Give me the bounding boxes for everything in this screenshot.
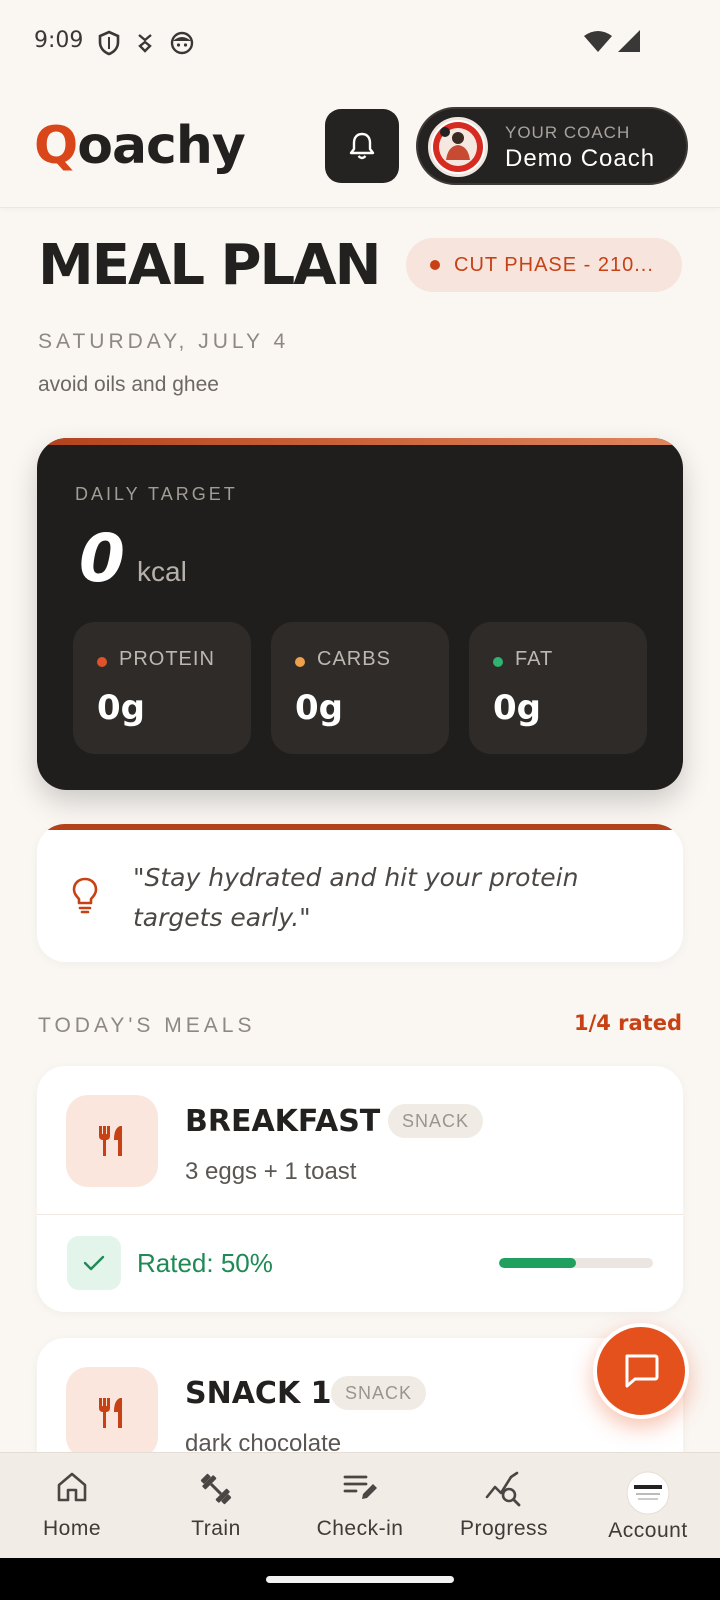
- rating-progress-fill: [499, 1258, 576, 1268]
- macro-value: 0g: [295, 688, 343, 728]
- shield-icon: [98, 30, 120, 56]
- signal-icon: [618, 30, 640, 52]
- macro-name: PROTEIN: [119, 648, 215, 670]
- lightbulb-icon: [72, 877, 98, 914]
- meal-divider: [37, 1214, 683, 1215]
- face-icon: [170, 31, 194, 55]
- nav-label: Account: [608, 1519, 688, 1542]
- notifications-button[interactable]: [325, 109, 399, 183]
- coach-tip-card: "Stay hydrated and hit your protein targ…: [37, 824, 683, 962]
- meal-name: SNACK 1: [185, 1376, 332, 1411]
- tip-text: "Stay hydrated and hit your protein targ…: [133, 863, 579, 932]
- nav-train[interactable]: Train: [144, 1453, 288, 1559]
- nav-account[interactable]: Account: [576, 1453, 720, 1559]
- meals-heading: TODAY'S MEALS: [38, 1014, 256, 1037]
- home-gesture-bar[interactable]: [266, 1576, 454, 1583]
- app-notification-icon: [138, 34, 152, 53]
- macro-carbs: CARBS 0g: [271, 622, 449, 754]
- nav-home[interactable]: Home: [0, 1453, 144, 1559]
- home-icon: [57, 1472, 87, 1502]
- account-avatar: [626, 1471, 670, 1515]
- rating-progress-bar: [499, 1258, 653, 1268]
- plan-note: avoid oils and ghee: [38, 373, 219, 396]
- progress-icon: [485, 1471, 521, 1507]
- meal-icon: [66, 1095, 158, 1187]
- app-logo[interactable]: Qoachy: [34, 116, 246, 176]
- logo-text: oachy: [77, 116, 246, 176]
- coach-name: Demo Coach: [505, 145, 656, 172]
- cutlery-icon: [99, 1126, 122, 1156]
- coach-avatar: [428, 117, 488, 177]
- phase-badge[interactable]: CUT PHASE - 210...: [406, 238, 682, 292]
- rated-check: [67, 1236, 121, 1290]
- macro-protein: PROTEIN 0g: [73, 622, 251, 754]
- daily-target-card: DAILY TARGET 0 kcal PROTEIN 0g CARBS 0g …: [37, 438, 683, 790]
- status-bar: 9:09: [0, 0, 720, 88]
- meal-name: BREAKFAST: [185, 1104, 381, 1139]
- page-title: MEAL PLAN: [38, 233, 381, 298]
- fat-dot: [493, 657, 503, 667]
- wifi-icon: [584, 31, 612, 52]
- carbs-dot: [295, 657, 305, 667]
- checkin-icon: [343, 1475, 377, 1499]
- nav-progress[interactable]: Progress: [432, 1453, 576, 1559]
- nav-label: Check-in: [316, 1517, 404, 1540]
- meals-rated-count: 1/4 rated: [573, 1011, 682, 1035]
- meal-type-tag: SNACK: [331, 1376, 427, 1410]
- dumbbell-icon: [200, 1473, 232, 1505]
- kcal-value: 0: [79, 520, 125, 597]
- chat-icon: [625, 1354, 659, 1388]
- cutlery-icon: [99, 1398, 122, 1428]
- nav-label: Progress: [459, 1517, 549, 1540]
- macro-name: FAT: [515, 648, 554, 670]
- bell-icon: [349, 132, 375, 160]
- check-icon: [83, 1255, 105, 1271]
- bottom-navigation: Home Train Check-in Progress Account: [0, 1452, 720, 1558]
- card-accent-bar: [37, 438, 683, 445]
- coach-label: YOUR COACH: [505, 123, 631, 142]
- meal-type-tag: SNACK: [388, 1104, 484, 1138]
- app-header: Qoachy YOUR COACH Demo Coach: [0, 88, 720, 208]
- protein-dot: [97, 657, 107, 667]
- status-right-icons: [584, 30, 640, 52]
- kcal-unit: kcal: [137, 556, 187, 587]
- system-gesture-area: [0, 1558, 720, 1600]
- logo-q: Q: [34, 116, 78, 176]
- coach-button[interactable]: YOUR COACH Demo Coach: [416, 107, 688, 185]
- status-time: 9:09: [34, 28, 84, 53]
- rated-label: Rated: 50%: [137, 1248, 273, 1278]
- chat-button[interactable]: [593, 1323, 689, 1419]
- macro-value: 0g: [97, 688, 145, 728]
- daily-target-label: DAILY TARGET: [75, 484, 238, 504]
- plan-date: SATURDAY, JULY 4: [38, 330, 290, 353]
- nav-check-in[interactable]: Check-in: [288, 1453, 432, 1559]
- nav-label: Home: [42, 1517, 102, 1540]
- meal-icon: [66, 1367, 158, 1459]
- phase-text: CUT PHASE - 210...: [454, 253, 654, 276]
- status-left-icons: [98, 30, 194, 56]
- nav-label: Train: [191, 1517, 241, 1540]
- macro-fat: FAT 0g: [469, 622, 647, 754]
- macro-name: CARBS: [317, 648, 391, 670]
- meal-card-breakfast[interactable]: BREAKFAST SNACK 3 eggs + 1 toast Rated: …: [37, 1066, 683, 1312]
- meal-description: 3 eggs + 1 toast: [185, 1158, 357, 1185]
- phase-dot: [430, 260, 440, 270]
- macro-value: 0g: [493, 688, 541, 728]
- tip-accent-bar: [37, 824, 683, 830]
